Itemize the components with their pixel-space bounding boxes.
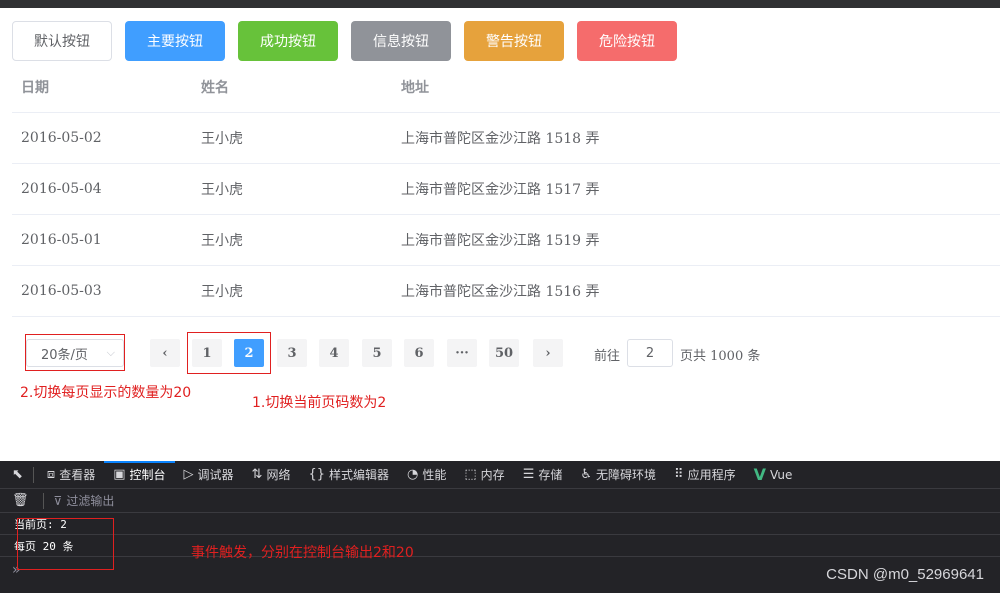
page-3[interactable]: 3	[277, 339, 307, 367]
console-log-line: 当前页: 2	[0, 513, 1000, 535]
cell-date: 2016-05-04	[21, 181, 102, 197]
memory-icon: ⬚	[464, 467, 477, 482]
tab-debugger[interactable]: ▷ 调试器	[175, 461, 243, 489]
filter-input[interactable]: 过滤输出	[66, 492, 114, 509]
annotation-box-page-size	[25, 334, 125, 371]
table-row[interactable]: 2016-05-01 王小虎 上海市普陀区金沙江路 1519 弄	[12, 215, 1000, 266]
table-body: 2016-05-02 王小虎 上海市普陀区金沙江路 1518 弄 2016-05…	[12, 113, 1000, 317]
table-header: 日期 姓名 地址	[12, 62, 1000, 113]
tab-label: 性能	[422, 468, 447, 482]
table-row[interactable]: 2016-05-04 王小虎 上海市普陀区金沙江路 1517 弄	[12, 164, 1000, 215]
tab-accessibility[interactable]: ♿ 无障碍环境	[571, 461, 665, 489]
table-row[interactable]: 2016-05-02 王小虎 上海市普陀区金沙江路 1518 弄	[12, 113, 1000, 164]
accessibility-icon: ♿	[580, 467, 593, 482]
tab-label: 内存	[480, 468, 505, 482]
pagination: 20条/页 ⌵ ‹ 1 2 3 4 5 6 ··· 50 › 前往 2 页共 1…	[20, 336, 780, 370]
annotation-box-current-page	[187, 332, 271, 374]
cell-address: 上海市普陀区金沙江路 1516 弄	[401, 284, 600, 300]
tab-console[interactable]: ▣ 控制台	[104, 461, 174, 489]
jump-input[interactable]: 2	[627, 339, 673, 367]
cell-date: 2016-05-01	[21, 232, 102, 248]
divider	[32, 466, 34, 483]
devtools-tabs: ⬉ ⧈ 查看器 ▣ 控制台 ▷ 调试器 ⇅ 网络 {} 样式编辑器 ◔ 性能 ⬚ 内存 ☰ 存储…	[0, 461, 1000, 489]
tab-label: 应用程序	[687, 468, 736, 482]
default-button[interactable]: 默认按钮	[12, 21, 112, 61]
network-icon: ⇅	[251, 467, 263, 482]
annotation-size-note: 2.切换每页显示的数量为20	[20, 385, 192, 401]
cell-name: 王小虎	[201, 131, 243, 147]
tab-label: 控制台	[129, 468, 166, 482]
cell-address: 上海市普陀区金沙江路 1517 弄	[401, 182, 600, 198]
tab-storage[interactable]: ☰ 存储	[514, 461, 572, 489]
cell-name: 王小虎	[201, 284, 243, 300]
table-row[interactable]: 2016-05-03 王小虎 上海市普陀区金沙江路 1516 弄	[12, 266, 1000, 317]
header-name: 姓名	[201, 80, 229, 96]
top-bar	[0, 0, 1000, 8]
tab-label: 样式编辑器	[329, 468, 390, 482]
next-page-button[interactable]: ›	[533, 339, 563, 367]
divider	[42, 492, 44, 509]
header-address: 地址	[401, 80, 429, 96]
tab-vue[interactable]: V Vue	[745, 461, 802, 489]
cell-name: 王小虎	[201, 182, 243, 198]
vue-icon: V	[753, 465, 766, 484]
table-header-row: 日期 姓名 地址	[12, 62, 1000, 113]
jump-label: 前往	[594, 349, 621, 364]
warning-button[interactable]: 警告按钮	[464, 21, 564, 61]
watermark: CSDN @m0_52969641	[826, 566, 984, 583]
tab-inspector[interactable]: ⧈ 查看器	[38, 461, 104, 489]
cell-name: 王小虎	[201, 233, 243, 249]
cell-date: 2016-05-02	[21, 130, 102, 146]
tab-label: 存储	[538, 468, 563, 482]
page-6[interactable]: 6	[404, 339, 434, 367]
pick-element-icon[interactable]: ⬉	[6, 461, 29, 489]
tab-performance[interactable]: ◔ 性能	[398, 461, 455, 489]
storage-icon: ☰	[522, 467, 535, 482]
inspector-icon: ⧈	[46, 467, 56, 482]
tab-label: Vue	[769, 467, 793, 482]
success-button[interactable]: 成功按钮	[238, 21, 338, 61]
button-row: 默认按钮 主要按钮 成功按钮 信息按钮 警告按钮 危险按钮	[12, 21, 677, 61]
prev-page-button[interactable]: ‹	[150, 339, 180, 367]
tab-label: 查看器	[59, 468, 96, 482]
console-filter-bar: 🗑 ⊽ 过滤输出	[0, 489, 1000, 513]
console-log-line: 每页 20 条	[0, 535, 1000, 557]
devtools-panel: ⬉ ⧈ 查看器 ▣ 控制台 ▷ 调试器 ⇅ 网络 {} 样式编辑器 ◔ 性能 ⬚ 内存 ☰ 存储…	[0, 461, 1000, 593]
performance-icon: ◔	[407, 467, 419, 482]
console-icon: ▣	[113, 467, 126, 482]
style-editor-icon: {}	[308, 467, 325, 482]
tab-application[interactable]: ⠿ 应用程序	[665, 461, 745, 489]
cell-date: 2016-05-03	[21, 283, 102, 299]
primary-button[interactable]: 主要按钮	[125, 21, 225, 61]
page-4[interactable]: 4	[319, 339, 349, 367]
info-button[interactable]: 信息按钮	[351, 21, 451, 61]
filter-icon: ⊽	[53, 493, 63, 508]
header-date: 日期	[21, 80, 49, 96]
data-table: 日期 姓名 地址 2016-05-02 王小虎 上海市普陀区金沙江路 1518 …	[12, 62, 1000, 317]
tab-style-editor[interactable]: {} 样式编辑器	[299, 461, 398, 489]
page-more[interactable]: ···	[447, 339, 477, 367]
tab-label: 调试器	[197, 468, 234, 482]
cell-address: 上海市普陀区金沙江路 1519 弄	[401, 233, 600, 249]
danger-button[interactable]: 危险按钮	[577, 21, 677, 61]
application-icon: ⠿	[674, 467, 684, 482]
debugger-icon: ▷	[183, 467, 194, 482]
page-50[interactable]: 50	[489, 339, 519, 367]
cell-address: 上海市普陀区金沙江路 1518 弄	[401, 131, 600, 147]
page-5[interactable]: 5	[362, 339, 392, 367]
annotation-event-note: 事件触发，分别在控制台输出2和20	[191, 545, 414, 561]
annotation-page-note: 1.切换当前页码数为2	[252, 395, 387, 411]
total-count: 页共 1000 条	[680, 349, 761, 364]
tab-label: 无障碍环境	[596, 468, 657, 482]
tab-memory[interactable]: ⬚ 内存	[455, 461, 513, 489]
trash-icon[interactable]: 🗑	[12, 493, 29, 508]
tab-network[interactable]: ⇅ 网络	[243, 461, 300, 489]
annotation-box-console-output	[17, 518, 114, 570]
tab-label: 网络	[266, 468, 291, 482]
